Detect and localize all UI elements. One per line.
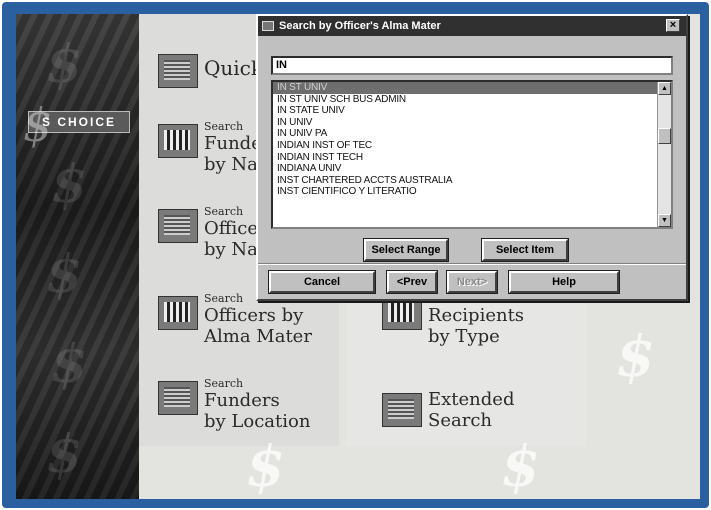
list-item[interactable]: IN UNIV PA	[273, 128, 671, 140]
monitor-frame: $ $ $ $ $ $ S CHOICE $ $ $ $ Quick	[2, 2, 709, 508]
extended-search-item[interactable]: Extended Search	[382, 389, 514, 431]
dollar-watermark-icon: $	[246, 434, 285, 499]
recipients-by-type-icon	[382, 296, 422, 330]
dollar-watermark-icon: $	[51, 334, 88, 395]
list-item[interactable]: INST CHARTERED ACCTS AUSTRALIA	[273, 175, 671, 187]
funders-by-location-item[interactable]: Search Funders by Location	[158, 377, 310, 432]
list-item[interactable]: INST CIENTIFICO Y LITERATIO	[273, 186, 671, 198]
left-decorative-strip: $ $ $ $ $ $ S CHOICE	[16, 14, 139, 499]
officers-by-name-icon	[158, 209, 198, 243]
alma-mater-list[interactable]: IN ST UNIV IN ST UNIV SCH BUS ADMIN IN STA…	[271, 80, 673, 229]
logo-text: S CHOICE	[41, 115, 116, 129]
logo-dollar-icon: $	[23, 98, 53, 152]
scroll-up-icon[interactable]: ▲	[658, 82, 671, 95]
quick-search-icon	[158, 54, 198, 88]
funders-by-name-icon	[158, 124, 198, 158]
system-menu-icon[interactable]	[262, 21, 274, 31]
close-button[interactable]: ×	[666, 19, 680, 32]
dollar-watermark-icon: $	[51, 154, 88, 215]
list-item[interactable]: IN ST UNIV SCH BUS ADMIN	[273, 94, 671, 106]
list-item[interactable]: INDIAN INST OF TEC	[273, 140, 671, 152]
quick-search-label: Quick	[204, 56, 263, 80]
list-item[interactable]: INDIAN INST TECH	[273, 152, 671, 164]
dialog-divider	[258, 263, 686, 265]
cancel-button[interactable]: Cancel	[269, 271, 375, 293]
dollar-watermark-icon: $	[616, 324, 655, 390]
dollar-watermark-icon: $	[46, 34, 83, 95]
list-scrollbar[interactable]: ▲ ▼	[657, 82, 671, 227]
dollar-watermark-icon: $	[46, 244, 83, 305]
list-item[interactable]: INDIANA UNIV	[273, 163, 671, 175]
search-input[interactable]: IN	[271, 56, 673, 75]
next-button[interactable]: Next>	[447, 271, 497, 293]
prev-button[interactable]: <Prev	[387, 271, 437, 293]
recipients-by-type-line1: Recipients	[428, 305, 525, 326]
dollar-watermark-icon: $	[46, 424, 83, 485]
scroll-thumb[interactable]	[658, 128, 671, 144]
funders-by-location-line2: by Location	[204, 411, 311, 432]
officers-by-alma-mater-icon	[158, 296, 198, 330]
officers-by-name-item[interactable]: Search Officer by Nar	[158, 205, 267, 260]
dialog-title: Search by Officer's Alma Mater	[279, 20, 441, 32]
app-screen: $ $ $ $ $ $ S CHOICE $ $ $ $ Quick	[16, 14, 700, 499]
funders-by-location-line1: Funders	[204, 390, 280, 411]
dollar-watermark-icon: $	[501, 434, 540, 499]
list-item[interactable]: IN ST UNIV	[273, 82, 671, 94]
extended-search-icon	[382, 393, 422, 427]
list-item[interactable]: IN STATE UNIV	[273, 105, 671, 117]
select-item-button[interactable]: Select Item	[482, 239, 568, 261]
help-button[interactable]: Help	[509, 271, 619, 293]
dialog-titlebar[interactable]: Search by Officer's Alma Mater ×	[258, 16, 686, 36]
funders-by-location-icon	[158, 381, 198, 415]
list-item[interactable]: IN UNIV	[273, 117, 671, 129]
alma-mater-search-dialog: Search by Officer's Alma Mater × IN IN S…	[256, 14, 688, 301]
extended-search-line2: Search	[428, 410, 492, 431]
extended-search-line1: Extended	[428, 389, 515, 410]
officers-by-alma-mater-line2: Alma Mater	[204, 326, 312, 347]
app-logo: $ S CHOICE	[23, 98, 130, 152]
quick-search-item[interactable]: Quick	[158, 50, 263, 88]
officers-by-alma-mater-line1: Officers by	[204, 305, 304, 326]
scroll-down-icon[interactable]: ▼	[658, 214, 671, 227]
select-range-button[interactable]: Select Range	[364, 239, 448, 261]
recipients-by-type-line2: by Type	[428, 326, 500, 347]
funders-by-location-prefix: Search	[204, 377, 244, 390]
